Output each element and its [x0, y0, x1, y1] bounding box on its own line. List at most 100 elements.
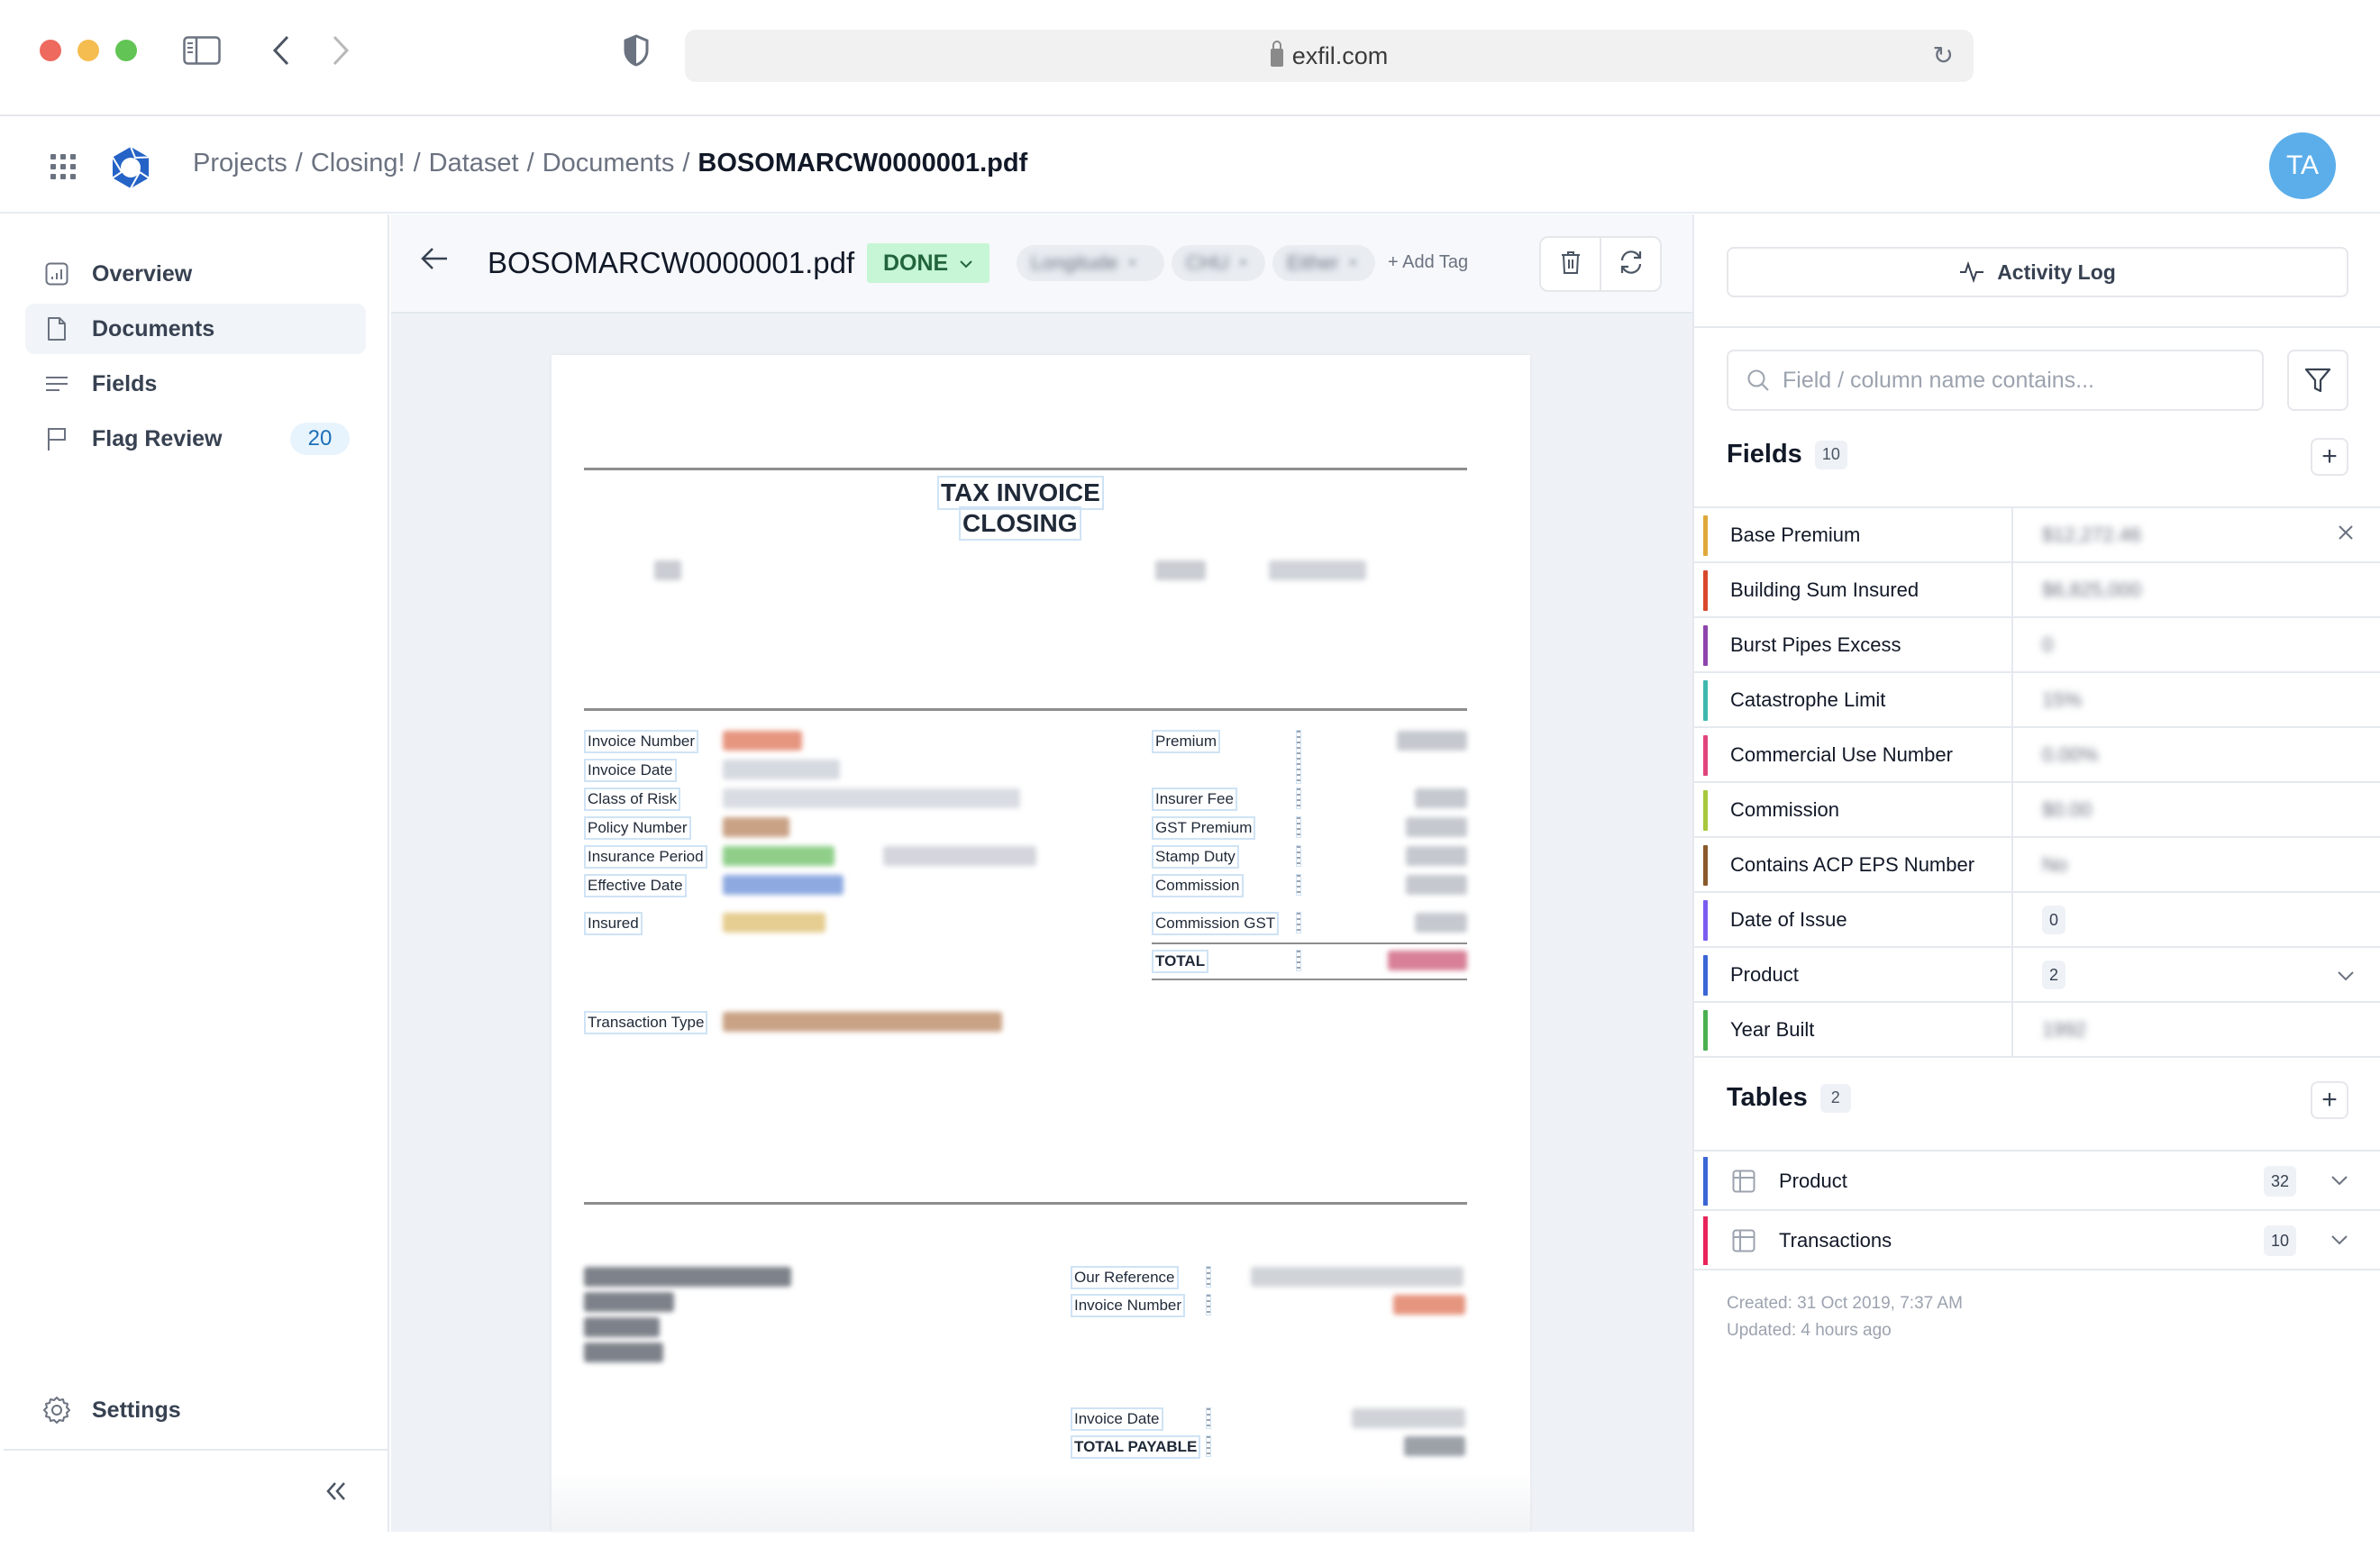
chevron-down-icon[interactable]: [2337, 962, 2355, 988]
doc-field-label[interactable]: Commission GST: [1152, 912, 1280, 935]
field-value[interactable]: No: [2042, 853, 2067, 877]
sidebar-item-documents[interactable]: Documents: [25, 304, 366, 354]
collapse-sidebar-button[interactable]: [324, 1476, 348, 1511]
add-tag-button[interactable]: + Add Tag: [1388, 252, 1468, 273]
breadcrumb-dataset[interactable]: Dataset: [429, 149, 519, 178]
field-row[interactable]: Building Sum Insured $6,825,000: [1694, 563, 2380, 618]
add-field-button[interactable]: +: [2311, 438, 2348, 476]
doc-field-value[interactable]: [1415, 788, 1467, 808]
table-row[interactable]: Transactions 10: [1694, 1211, 2380, 1270]
doc-field-value[interactable]: [1388, 951, 1467, 970]
filter-button[interactable]: [2287, 350, 2348, 411]
reload-icon[interactable]: ↻: [1933, 41, 1954, 70]
add-table-button[interactable]: +: [2311, 1081, 2348, 1119]
forward-icon[interactable]: [323, 31, 359, 70]
field-value[interactable]: $6,825,000: [2042, 578, 2141, 602]
doc-field-value[interactable]: [1406, 875, 1467, 895]
field-search-input[interactable]: [1783, 367, 2251, 394]
delete-button[interactable]: [1541, 238, 1600, 290]
field-value[interactable]: $12,272.46: [2042, 524, 2141, 547]
doc-field-value[interactable]: [723, 788, 1020, 808]
sidebar-item-fields[interactable]: Fields: [25, 359, 366, 409]
tag-chip[interactable]: CHU ×: [1172, 245, 1265, 281]
doc-field-label[interactable]: Invoice Number: [584, 730, 699, 753]
address-bar[interactable]: exfil.com ↻: [685, 30, 1974, 82]
activity-log-button[interactable]: Activity Log: [1727, 247, 2348, 297]
breadcrumb-documents[interactable]: Documents: [543, 149, 675, 178]
doc-field-label[interactable]: Our Reference: [1071, 1266, 1179, 1289]
close-window-button[interactable]: [40, 40, 61, 61]
document-page[interactable]: TAX INVOICE CLOSING Invoice Number Invoi…: [552, 355, 1530, 1532]
field-row[interactable]: Base Premium $12,272.46: [1694, 508, 2380, 563]
doc-field-label[interactable]: Invoice Date: [1071, 1407, 1163, 1431]
avatar[interactable]: TA: [2269, 132, 2336, 199]
refresh-button[interactable]: [1600, 238, 1660, 290]
breadcrumb-project[interactable]: Closing!: [311, 149, 406, 178]
doc-field-label[interactable]: Class of Risk: [584, 788, 681, 811]
doc-field-value[interactable]: [1415, 913, 1467, 933]
status-dropdown[interactable]: DONE: [867, 243, 990, 283]
doc-field-label[interactable]: TOTAL: [1152, 950, 1209, 973]
back-arrow-icon[interactable]: [420, 241, 449, 279]
doc-field-value[interactable]: [1406, 846, 1467, 866]
doc-field-value[interactable]: [1397, 731, 1467, 751]
sidebar-toggle-icon[interactable]: [180, 31, 223, 70]
back-icon[interactable]: [263, 31, 299, 70]
field-row[interactable]: Commercial Use Number 0.00%: [1694, 728, 2380, 783]
document-heading[interactable]: TAX INVOICE: [937, 476, 1104, 510]
doc-field-label[interactable]: TOTAL PAYABLE: [1071, 1435, 1201, 1459]
field-row[interactable]: Burst Pipes Excess 0: [1694, 618, 2380, 673]
breadcrumb-projects[interactable]: Projects: [193, 149, 287, 178]
doc-field-value[interactable]: [723, 1012, 1002, 1032]
table-row[interactable]: Product 32: [1694, 1152, 2380, 1211]
doc-field-value[interactable]: [1406, 817, 1467, 837]
field-row[interactable]: Year Built 1992: [1694, 1003, 2380, 1058]
field-value[interactable]: 0: [2042, 633, 2053, 657]
doc-field-label[interactable]: Effective Date: [584, 874, 687, 897]
doc-field-value[interactable]: [1393, 1295, 1465, 1315]
logo-icon[interactable]: [108, 145, 153, 190]
doc-field-label[interactable]: Insurance Period: [584, 845, 707, 869]
field-row[interactable]: Commission $0.00: [1694, 783, 2380, 838]
doc-field-value[interactable]: [723, 875, 843, 895]
field-search[interactable]: [1727, 350, 2264, 411]
app-grid-icon[interactable]: [50, 154, 76, 179]
field-row[interactable]: Date of Issue 0: [1694, 893, 2380, 948]
doc-field-value[interactable]: [723, 913, 825, 933]
field-row[interactable]: Contains ACP EPS Number No: [1694, 838, 2380, 893]
field-row[interactable]: Catastrophe Limit 15%: [1694, 673, 2380, 728]
close-icon[interactable]: [2337, 523, 2355, 548]
doc-field-label[interactable]: Commission: [1152, 874, 1244, 897]
doc-field-value[interactable]: [1251, 1267, 1464, 1287]
doc-field-label[interactable]: Invoice Date: [584, 759, 677, 782]
doc-field-label[interactable]: Premium: [1152, 730, 1221, 753]
doc-field-value[interactable]: [723, 731, 802, 751]
chevron-down-icon[interactable]: [2330, 1168, 2348, 1191]
tag-chip[interactable]: Either ×: [1272, 245, 1375, 281]
doc-field-value[interactable]: [883, 846, 1036, 866]
doc-field-label[interactable]: Transaction Type: [584, 1011, 708, 1034]
field-value[interactable]: 0.00%: [2042, 743, 2098, 767]
remove-tag-icon[interactable]: ×: [1238, 253, 1249, 274]
chevron-down-icon[interactable]: [2330, 1227, 2348, 1251]
shield-icon[interactable]: [618, 31, 654, 70]
remove-tag-icon[interactable]: ×: [1347, 253, 1358, 274]
doc-field-label[interactable]: Invoice Number: [1071, 1294, 1186, 1317]
doc-field-value[interactable]: [723, 817, 789, 837]
remove-tag-icon[interactable]: ×: [1127, 253, 1138, 274]
maximize-window-button[interactable]: [115, 40, 137, 61]
field-row[interactable]: Product 2: [1694, 948, 2380, 1003]
doc-field-label[interactable]: Insured: [584, 912, 643, 935]
field-value[interactable]: 15%: [2042, 688, 2082, 712]
doc-field-value[interactable]: [723, 846, 834, 866]
minimize-window-button[interactable]: [78, 40, 99, 61]
doc-field-label[interactable]: Policy Number: [584, 816, 691, 840]
doc-field-label[interactable]: Stamp Duty: [1152, 845, 1239, 869]
doc-field-value[interactable]: [1352, 1408, 1465, 1428]
doc-field-value[interactable]: [723, 760, 840, 779]
sidebar-item-overview[interactable]: Overview: [25, 249, 366, 299]
tag-chip[interactable]: Longitude ×: [1017, 245, 1164, 281]
field-value[interactable]: $0.00: [2042, 798, 2092, 822]
sidebar-item-settings[interactable]: Settings: [41, 1395, 181, 1425]
doc-field-value[interactable]: [1404, 1436, 1465, 1456]
